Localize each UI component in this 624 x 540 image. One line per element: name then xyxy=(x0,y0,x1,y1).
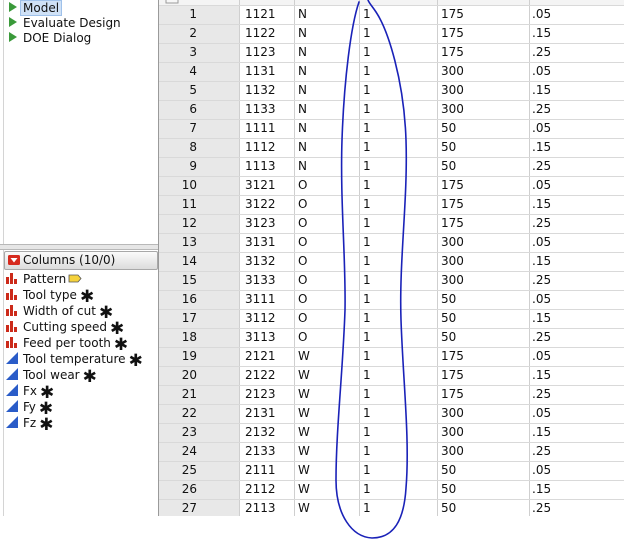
annotation-overlay xyxy=(335,0,409,539)
hand-drawn-ink-loop xyxy=(335,0,409,539)
